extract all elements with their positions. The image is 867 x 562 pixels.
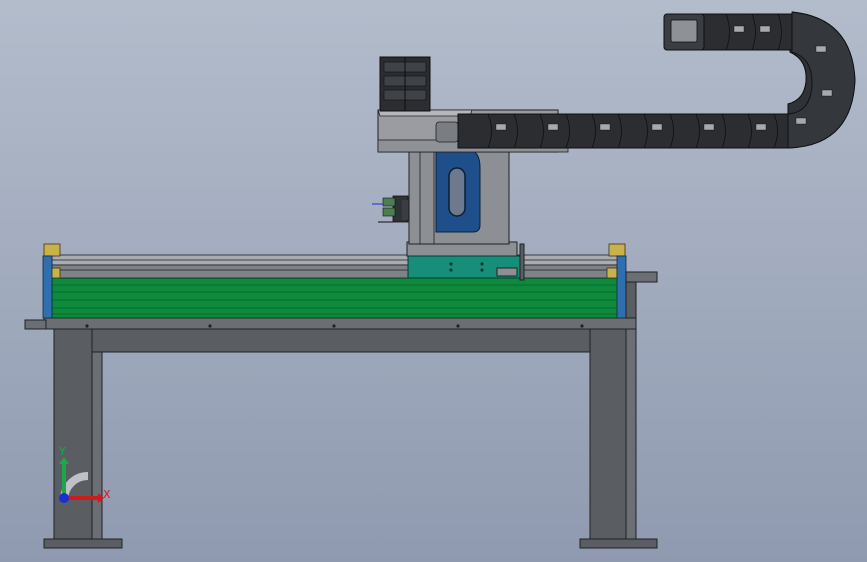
- side-plate-right: [616, 255, 627, 319]
- end-bracket-right-mid: [606, 267, 618, 279]
- top-plate: [43, 317, 637, 330]
- motor-housing: [625, 281, 637, 319]
- beam-window: [435, 121, 459, 143]
- triad-x-label: X: [103, 488, 111, 501]
- cross-beam: [91, 327, 591, 353]
- right-foot: [579, 538, 658, 549]
- column-slot: [448, 167, 466, 217]
- triad-y-label: Y: [58, 445, 66, 458]
- side-plate-left: [42, 255, 53, 319]
- carriage: [406, 241, 525, 281]
- end-bracket-right-top: [608, 243, 626, 257]
- top-plate-left-lip: [24, 319, 47, 330]
- carriage-flange-right: [496, 267, 518, 277]
- end-bracket-left-top: [43, 243, 61, 257]
- left-foot: [43, 538, 123, 549]
- cad-viewport[interactable]: X Y: [0, 0, 867, 562]
- left-leg-edge: [91, 327, 103, 541]
- chain-top-run: [699, 13, 793, 51]
- vertical-cable-carrier: [379, 56, 431, 112]
- motor-mount: [625, 271, 658, 283]
- right-leg-edge: [625, 327, 637, 541]
- triad-z-axis: [59, 493, 69, 503]
- rail-extrusion: [51, 277, 619, 319]
- guide-rail-lower: [51, 264, 619, 279]
- assembly-drawing: X Y: [0, 0, 867, 562]
- linear-module: [42, 243, 658, 319]
- chain-horizontal-run: [457, 113, 789, 149]
- carriage-side-block: [519, 243, 525, 281]
